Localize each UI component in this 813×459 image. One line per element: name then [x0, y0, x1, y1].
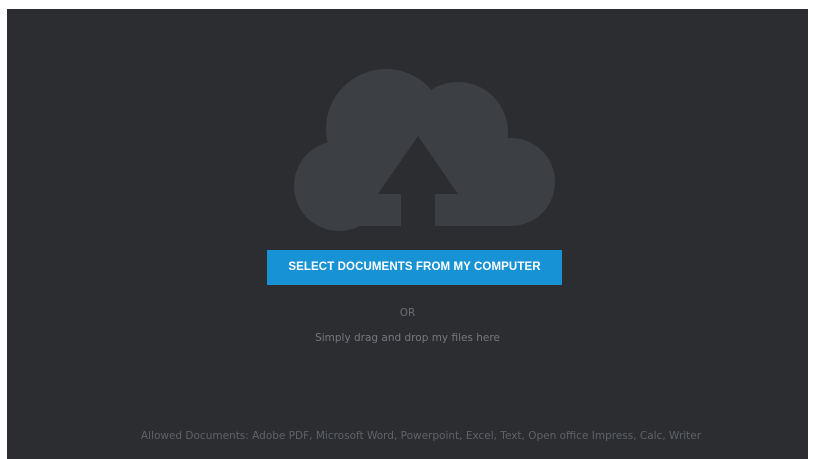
cloud-upload-icon [294, 69, 555, 244]
drag-drop-hint: Simply drag and drop my files here [315, 332, 500, 344]
allowed-documents-note: Allowed Documents: Adobe PDF, Microsoft … [140, 430, 702, 442]
file-upload-dropzone[interactable]: SELECT DOCUMENTS FROM MY COMPUTER OR Sim… [7, 9, 808, 459]
select-documents-button[interactable]: SELECT DOCUMENTS FROM MY COMPUTER [267, 250, 562, 285]
or-separator-label: OR [399, 307, 416, 319]
